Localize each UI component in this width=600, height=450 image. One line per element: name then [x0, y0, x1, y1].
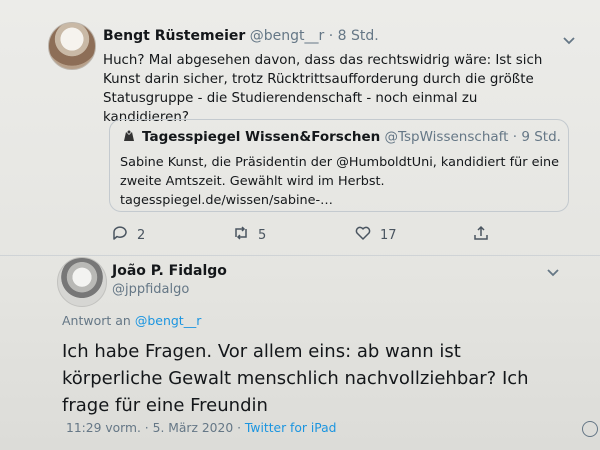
author-name[interactable]: Bengt Rüstemeier [103, 28, 245, 44]
separator: · [512, 129, 518, 145]
like-button[interactable]: 17 [354, 224, 397, 246]
quoted-author-name[interactable]: Tagesspiegel Wissen&Forschen [142, 129, 380, 145]
reply-icon [111, 224, 129, 246]
quoted-tweet-time[interactable]: 9 Std. [521, 129, 561, 145]
share-button[interactable] [472, 224, 490, 246]
author-handle[interactable]: @bengt__r [250, 28, 325, 44]
quoted-author-handle[interactable]: @TspWissenschaft [385, 129, 509, 145]
tagesspiegel-logo-icon [122, 129, 136, 143]
reply-handle-link[interactable]: @bengt__r [135, 313, 202, 328]
tweet-header: Bengt Rüstemeier @bengt__r · 8 Std. [103, 28, 379, 44]
reply-count: 2 [137, 227, 146, 243]
info-icon[interactable] [582, 421, 598, 437]
tweet-actions: 2 5 17 [0, 224, 600, 246]
retweet-count: 5 [258, 227, 267, 243]
reply-prefix: Antwort an [62, 313, 131, 328]
quoted-tweet-header: Tagesspiegel Wissen&Forschen @TspWissens… [122, 129, 561, 145]
retweet-button[interactable]: 5 [232, 224, 266, 246]
reply-button[interactable]: 2 [111, 224, 145, 246]
chevron-down-icon[interactable] [547, 268, 561, 278]
separator: · [144, 421, 149, 435]
tweet-meta: 11:29 vorm. · 5. März 2020 · Twitter for… [66, 421, 336, 435]
separator: · [237, 421, 241, 435]
share-icon [472, 224, 490, 246]
tweet-source-link[interactable]: Twitter for iPad [245, 421, 337, 435]
tweet-timestamp[interactable]: 11:29 vorm. [66, 421, 141, 435]
author-handle[interactable]: @jppfidalgo [112, 282, 189, 297]
retweet-icon [232, 224, 250, 246]
like-count: 17 [380, 227, 397, 243]
divider [0, 255, 600, 256]
author-name[interactable]: João P. Fidalgo [112, 263, 227, 279]
avatar[interactable] [48, 22, 96, 70]
reply-context: Antwort an @bengt__r [62, 313, 201, 328]
chevron-down-icon[interactable] [563, 36, 577, 46]
quoted-tweet-text: Sabine Kunst, die Präsidentin der @Humbo… [120, 155, 559, 208]
heart-icon [354, 224, 372, 246]
quoted-tweet[interactable]: Tagesspiegel Wissen&Forschen @TspWissens… [109, 119, 569, 212]
tweet-text: Huch? Mal abgesehen davon, dass das rech… [103, 53, 543, 125]
separator: · [328, 28, 334, 44]
tweet-time[interactable]: 8 Std. [338, 28, 379, 44]
tweet-text: Ich habe Fragen. Vor allem eins: ab wann… [62, 341, 529, 416]
avatar[interactable] [57, 257, 107, 307]
tweet-date[interactable]: 5. März 2020 [153, 421, 234, 435]
screen: Bengt Rüstemeier @bengt__r · 8 Std. Huch… [0, 0, 600, 450]
